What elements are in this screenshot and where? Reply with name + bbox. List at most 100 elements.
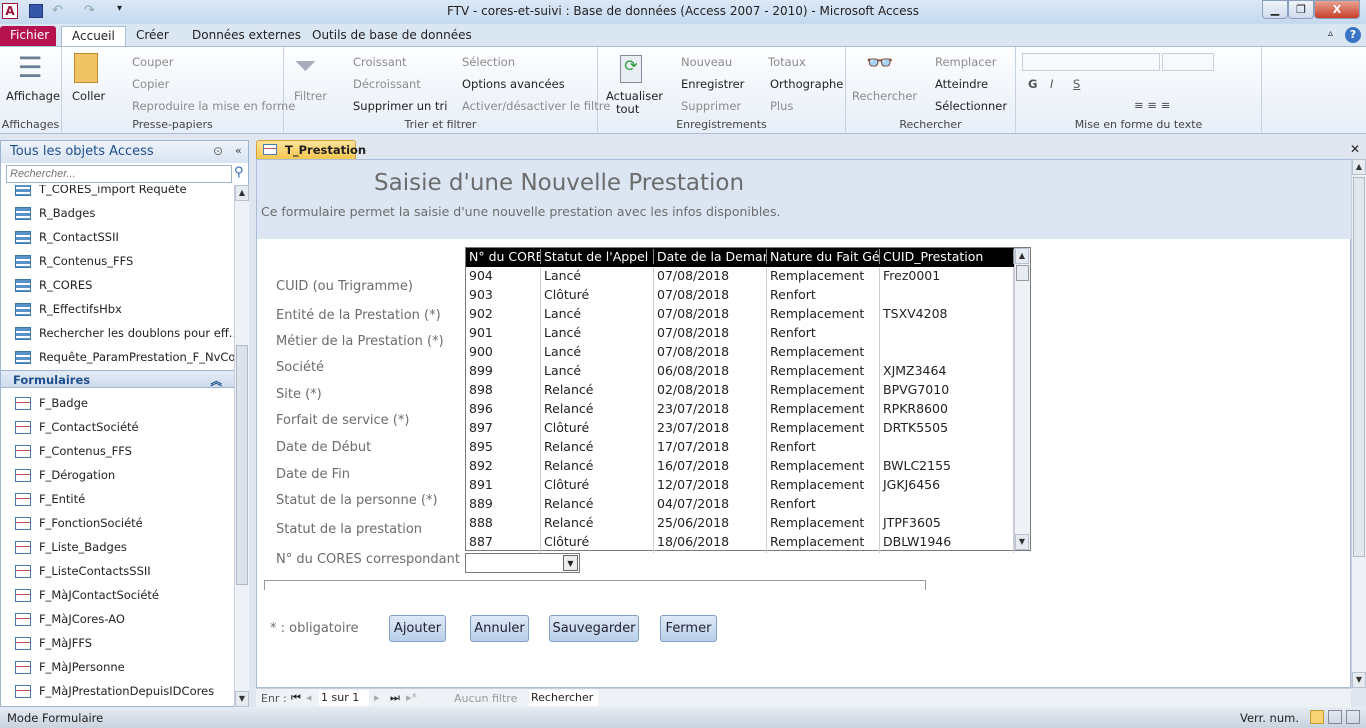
- nav-item-form[interactable]: F_MàJCores-AO: [15, 607, 125, 631]
- nav-item-form[interactable]: F_MàJPersonne: [15, 655, 125, 679]
- nav-item-query[interactable]: R_CORES: [15, 273, 92, 297]
- cores-listbox[interactable]: N° du CORESStatut de l'Appel d'Date de l…: [465, 247, 1031, 553]
- tab-outils-base-de-donnees[interactable]: Outils de base de données: [302, 26, 482, 46]
- atteindre-button[interactable]: Atteindre: [935, 77, 988, 91]
- minimize-ribbon-icon[interactable]: ▵: [1328, 28, 1333, 39]
- font-name-select[interactable]: [1022, 53, 1160, 71]
- nav-item-form[interactable]: F_MàJContactSociété: [15, 583, 159, 607]
- listbox-row[interactable]: 887 Clôturé 18/06/2018 Remplacement DBLW1946: [466, 533, 1016, 553]
- tab-fichier[interactable]: Fichier: [0, 26, 56, 46]
- listbox-row[interactable]: 897 Clôturé 23/07/2018 Remplacement DRTK5505: [466, 419, 1016, 439]
- nav-item-query[interactable]: T_CORES_import Requête: [15, 185, 187, 201]
- record-position-input[interactable]: 1 sur 1: [319, 690, 369, 706]
- form-scrollbar[interactable]: ▲ ▼: [1351, 159, 1366, 688]
- listbox-row[interactable]: 899 Lancé 06/08/2018 Remplacement XJMZ3464: [466, 362, 1016, 382]
- font-size-select[interactable]: [1162, 53, 1214, 71]
- column-header[interactable]: CUID_Prestation: [880, 249, 1014, 264]
- nav-title[interactable]: Tous les objets Access: [1, 141, 248, 163]
- nav-item-form[interactable]: F_Entité: [15, 487, 85, 511]
- nouveau-button[interactable]: Nouveau: [681, 55, 732, 69]
- listbox-row[interactable]: 892 Relancé 16/07/2018 Remplacement BWLC2155: [466, 457, 1016, 477]
- options-avancees-button[interactable]: Options avancées: [462, 77, 565, 91]
- ajouter-button[interactable]: Ajouter: [389, 615, 446, 642]
- actualiser-button[interactable]: Actualiser: [606, 89, 663, 103]
- couper-button[interactable]: Couper: [132, 55, 173, 69]
- align-buttons[interactable]: ≡ ≡ ≡: [1134, 98, 1170, 112]
- nav-item-query[interactable]: Rechercher les doublons pour eff...: [15, 321, 234, 345]
- listbox-row[interactable]: 903 Clôturé 07/08/2018 Renfort: [466, 286, 1016, 306]
- scroll-up-button[interactable]: ▲: [235, 185, 249, 201]
- listbox-row[interactable]: 901 Lancé 07/08/2018 Renfort: [466, 324, 1016, 344]
- record-search-input[interactable]: Rechercher: [529, 690, 598, 706]
- reproduire-button[interactable]: Reproduire la mise en forme: [132, 99, 295, 113]
- new-record-button[interactable]: ▸*: [406, 691, 417, 704]
- first-record-button[interactable]: ⏮: [291, 691, 301, 705]
- listbox-row[interactable]: 902 Lancé 07/08/2018 Remplacement TSXV4208: [466, 305, 1016, 325]
- copier-button[interactable]: Copier: [132, 77, 169, 91]
- bold-button[interactable]: G: [1028, 77, 1037, 91]
- decroissant-button[interactable]: Décroissant: [353, 77, 421, 91]
- nav-scrollbar[interactable]: ▲ ▼: [234, 185, 249, 707]
- datasheet-view-icon[interactable]: [1328, 710, 1342, 724]
- listbox-row[interactable]: 888 Relancé 25/06/2018 Remplacement JTPF3605: [466, 514, 1016, 534]
- croissant-button[interactable]: Croissant: [353, 55, 407, 69]
- nav-item-form[interactable]: F_ListeContactsSSII: [15, 559, 151, 583]
- nav-item-form[interactable]: F_Badge: [15, 391, 88, 415]
- restore-button[interactable]: ❐: [1288, 0, 1314, 19]
- coller-button[interactable]: Coller: [72, 89, 105, 103]
- nav-section-formulaires[interactable]: Formulaires ︽: [1, 370, 234, 388]
- chevron-down-icon[interactable]: ▼: [563, 555, 578, 571]
- affichage-button[interactable]: Affichage: [6, 89, 60, 103]
- next-record-button[interactable]: ▸: [374, 691, 380, 704]
- search-icon[interactable]: ⚲: [234, 165, 244, 180]
- orthographe-button[interactable]: Orthographe: [770, 77, 843, 91]
- last-record-button[interactable]: ⏭: [390, 691, 400, 705]
- nav-item-form[interactable]: F_FonctionSociété: [15, 511, 143, 535]
- listbox-row[interactable]: 889 Relancé 04/07/2018 Renfort: [466, 495, 1016, 515]
- close-document-icon[interactable]: ✕: [1350, 142, 1360, 156]
- design-view-icon[interactable]: [1346, 710, 1360, 724]
- scroll-up-button[interactable]: ▲: [1352, 159, 1366, 175]
- tab-donnees-externes[interactable]: Données externes: [182, 26, 311, 46]
- nav-search-input[interactable]: [6, 165, 232, 183]
- listbox-row[interactable]: 898 Relancé 02/08/2018 Remplacement BPVG7010: [466, 381, 1016, 401]
- nav-item-query[interactable]: R_Contenus_FFS: [15, 249, 133, 273]
- listbox-scrollbar[interactable]: ▲ ▼: [1014, 248, 1030, 550]
- nav-item-form[interactable]: F_MàJFFS: [15, 631, 92, 655]
- nav-item-form[interactable]: F_ContactSociété: [15, 415, 139, 439]
- nav-item-query[interactable]: Requête_ParamPrestation_F_NvCo...: [15, 345, 234, 369]
- minimize-button[interactable]: ▁: [1262, 0, 1288, 19]
- listbox-row[interactable]: 895 Relancé 17/07/2018 Renfort: [466, 438, 1016, 458]
- scroll-down-button[interactable]: ▼: [1352, 672, 1366, 688]
- selection-button[interactable]: Sélection: [462, 55, 515, 69]
- filtrer-button[interactable]: Filtrer: [294, 89, 327, 103]
- nav-item-form[interactable]: F_Dérogation: [15, 463, 115, 487]
- sauvegarder-button[interactable]: Sauvegarder: [549, 615, 639, 642]
- cores-combobox[interactable]: ▼: [465, 553, 580, 573]
- close-button[interactable]: X: [1314, 0, 1360, 19]
- nav-menu-icon[interactable]: ⊙: [213, 144, 223, 158]
- collapse-nav-icon[interactable]: «: [235, 144, 242, 157]
- column-header[interactable]: Date de la Demande: [654, 249, 767, 264]
- scroll-down-button[interactable]: ▼: [235, 691, 249, 707]
- plus-button[interactable]: Plus: [770, 99, 793, 113]
- tab-accueil[interactable]: Accueil: [61, 26, 126, 46]
- remplacer-button[interactable]: Remplacer: [935, 55, 996, 69]
- nav-item-query[interactable]: R_EffectifsHbx: [15, 297, 122, 321]
- listbox-row[interactable]: 904 Lancé 07/08/2018 Remplacement Frez0001: [466, 267, 1016, 287]
- activer-filtre-button[interactable]: Activer/désactiver le filtre: [462, 99, 610, 113]
- listbox-row[interactable]: 891 Clôturé 12/07/2018 Remplacement JGKJ6456: [466, 476, 1016, 496]
- column-header[interactable]: Statut de l'Appel d': [541, 249, 654, 264]
- supprimer-tri-button[interactable]: Supprimer un tri: [353, 99, 447, 113]
- fermer-button[interactable]: Fermer: [660, 615, 717, 642]
- nav-item-form[interactable]: F_Contenus_FFS: [15, 439, 132, 463]
- collapse-section-icon[interactable]: ︽: [211, 373, 223, 389]
- totaux-button[interactable]: Totaux: [768, 55, 806, 69]
- selectionner-button[interactable]: Sélectionner: [935, 99, 1007, 113]
- scroll-thumb[interactable]: [1016, 265, 1029, 281]
- underline-button[interactable]: S: [1073, 77, 1080, 91]
- scroll-down-button[interactable]: ▼: [1015, 534, 1029, 550]
- nav-item-query[interactable]: R_Badges: [15, 201, 95, 225]
- nav-item-form[interactable]: F_Liste_Badges: [15, 535, 127, 559]
- scroll-thumb[interactable]: [1353, 177, 1365, 557]
